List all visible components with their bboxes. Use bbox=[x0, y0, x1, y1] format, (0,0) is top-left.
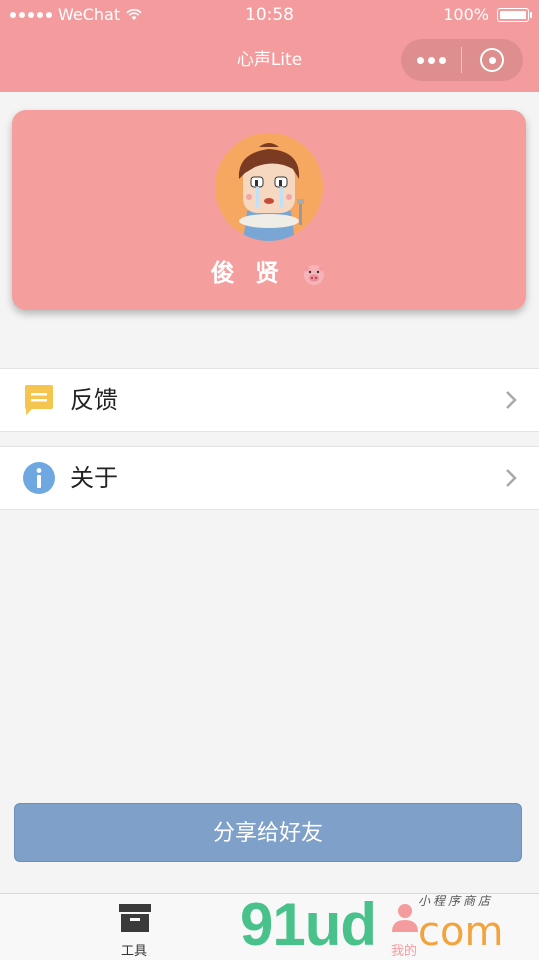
chevron-right-icon bbox=[506, 391, 517, 409]
close-target-icon bbox=[480, 48, 504, 72]
menu-item-feedback[interactable]: 反馈 bbox=[0, 368, 539, 432]
info-icon bbox=[23, 462, 55, 494]
watermark: 91ud 小程序商店 com bbox=[240, 890, 539, 960]
menu-item-label: 反馈 bbox=[70, 386, 118, 414]
chevron-right-icon bbox=[506, 469, 517, 487]
feedback-icon bbox=[25, 385, 53, 415]
share-button[interactable]: 分享给好友 bbox=[14, 803, 522, 862]
watermark-brand: 91ud bbox=[240, 891, 377, 958]
battery-icon bbox=[497, 8, 532, 22]
battery-percent: 100% bbox=[443, 5, 489, 24]
more-button[interactable] bbox=[401, 39, 461, 81]
tab-label: 工具 bbox=[120, 944, 147, 959]
watermark-suffix: com bbox=[418, 909, 504, 955]
profile-name-text: 俊 贤 bbox=[210, 259, 285, 287]
watermark-sub: 小程序商店 bbox=[418, 894, 494, 908]
menu-item-label: 关于 bbox=[70, 464, 118, 492]
close-button[interactable] bbox=[462, 39, 522, 81]
app-screen: WeChat 10:58 100% 心声Lite 俊 贤 反馈 关于 分享给好友… bbox=[0, 0, 539, 960]
archive-box-icon bbox=[119, 904, 151, 932]
cartoon-avatar-icon bbox=[215, 133, 323, 241]
status-right: 100% bbox=[443, 0, 532, 30]
pig-face-icon bbox=[304, 265, 325, 285]
menu-item-about[interactable]: 关于 bbox=[0, 446, 539, 510]
status-bar: WeChat 10:58 100% bbox=[0, 0, 539, 30]
top-bar: WeChat 10:58 100% 心声Lite bbox=[0, 0, 539, 92]
more-dots-icon bbox=[416, 56, 424, 64]
tab-tools[interactable]: 工具 bbox=[74, 894, 194, 960]
profile-card: 俊 贤 bbox=[12, 110, 526, 310]
avatar[interactable] bbox=[215, 133, 323, 241]
miniprogram-capsule bbox=[401, 39, 523, 81]
profile-name: 俊 贤 bbox=[12, 253, 526, 288]
